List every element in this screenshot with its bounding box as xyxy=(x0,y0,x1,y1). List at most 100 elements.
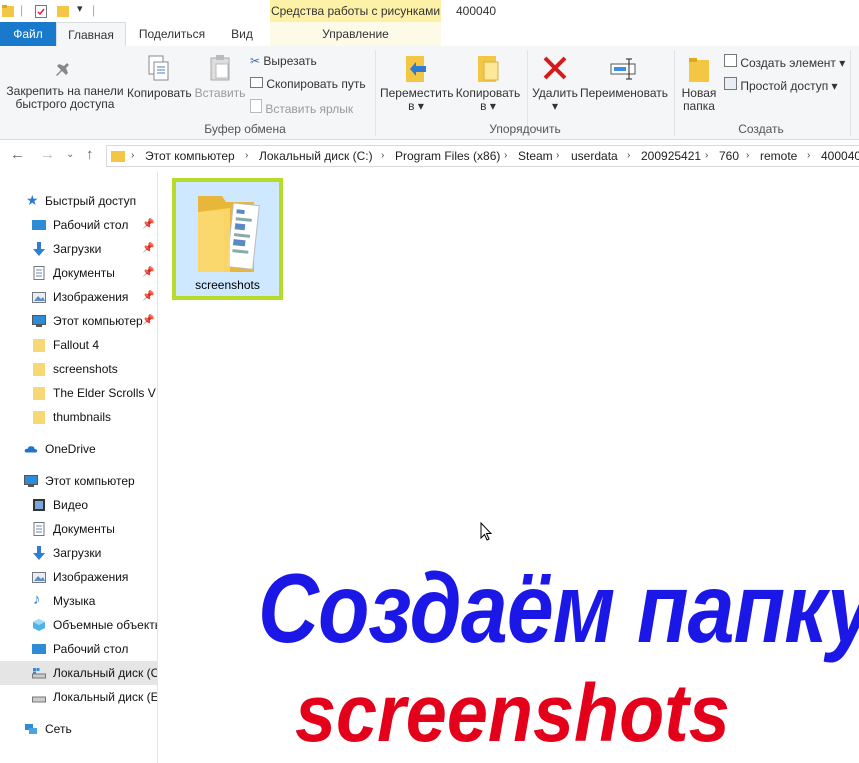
new-item-icon xyxy=(724,54,737,67)
paste-shortcut-button[interactable]: Вставить ярлык xyxy=(250,99,353,116)
delete-x-icon xyxy=(543,56,567,80)
copy-button[interactable]: Копировать xyxy=(127,54,192,100)
clipboard-group-label: Буфер обмена xyxy=(204,122,286,136)
forward-arrow-icon[interactable]: → xyxy=(40,146,55,163)
recent-locations-chevron-icon[interactable]: ⌄ xyxy=(66,149,74,160)
nav-item-pictures[interactable]: Изображения 📌 xyxy=(0,285,157,309)
tab-home[interactable]: Главная xyxy=(56,22,126,47)
nav-item-desktop-pc[interactable]: Рабочий стол xyxy=(0,637,157,661)
nav-item-local-disk-c[interactable]: Локальный диск (C xyxy=(0,661,157,685)
crumb-steam[interactable]: Steam xyxy=(518,149,553,163)
nav-label: screenshots xyxy=(53,362,118,376)
nav-item-3d-objects[interactable]: Объемные объекты xyxy=(0,613,157,637)
crumb-760[interactable]: 760 xyxy=(719,149,739,163)
document-icon xyxy=(33,266,45,280)
copy-path-button[interactable]: Скопировать путь xyxy=(250,77,366,91)
group-separator-4 xyxy=(850,50,851,136)
back-arrow-icon[interactable]: ← xyxy=(10,146,25,163)
crumb-user-id[interactable]: 200925421 xyxy=(641,149,701,163)
nav-item-fallout4[interactable]: Fallout 4 xyxy=(0,333,157,357)
context-tab-label: Средства работы с рисунками xyxy=(270,0,441,22)
crumb-program-files[interactable]: Program Files (x86) xyxy=(395,149,500,163)
up-arrow-icon[interactable]: ↑ xyxy=(86,146,94,163)
delete-button[interactable]: Удалить ▾ xyxy=(530,54,580,113)
pin-quick-access-button[interactable]: Закрепить на панели быстрого доступа xyxy=(3,56,127,111)
crumb-remote[interactable]: remote xyxy=(760,149,797,163)
nav-this-pc[interactable]: Этот компьютер xyxy=(0,469,157,493)
crumb-chevron-icon[interactable]: › xyxy=(746,150,749,161)
customize-qa-icon[interactable]: ▾ xyxy=(77,2,83,15)
nav-item-music[interactable]: ♪ Музыка xyxy=(0,589,157,613)
new-folder-icon[interactable] xyxy=(57,4,69,18)
tab-view[interactable]: Вид xyxy=(220,22,264,46)
tab-manage[interactable]: Управление xyxy=(270,22,441,46)
crumb-chevron-icon[interactable]: › xyxy=(807,150,810,161)
copy-to-button[interactable]: Копировать в ▾ xyxy=(454,54,522,113)
overlay-title-line-2: screenshots xyxy=(295,668,730,759)
rename-label: Переименовать xyxy=(580,86,668,100)
folder-icon xyxy=(33,363,45,376)
folder-icon xyxy=(33,339,45,352)
nav-item-downloads[interactable]: Загрузки 📌 xyxy=(0,237,157,261)
nav-label: Этот компьютер xyxy=(45,474,135,488)
folder-tile-screenshots[interactable]: screenshots xyxy=(172,178,283,300)
crumb-userdata[interactable]: userdata xyxy=(571,149,618,163)
nav-onedrive[interactable]: OneDrive xyxy=(0,437,157,461)
move-to-icon xyxy=(406,56,426,82)
rename-button[interactable]: Переименовать xyxy=(578,54,670,100)
nav-item-this-pc-pinned[interactable]: Этот компьютер 📌 xyxy=(0,309,157,333)
cube-icon xyxy=(33,619,45,631)
nav-item-screenshots[interactable]: screenshots xyxy=(0,357,157,381)
download-icon xyxy=(33,242,45,256)
crumb-chevron-icon[interactable]: › xyxy=(131,150,134,161)
crumb-local-disk-c[interactable]: Локальный диск (C:) xyxy=(259,149,373,163)
crumb-chevron-icon[interactable]: › xyxy=(381,150,384,161)
crumb-chevron-icon[interactable]: › xyxy=(556,150,559,161)
nav-quick-access[interactable]: ★ Быстрый доступ xyxy=(0,189,157,213)
nav-item-pictures-pc[interactable]: Изображения xyxy=(0,565,157,589)
paste-button[interactable]: Вставить xyxy=(192,54,248,100)
cut-button[interactable]: ✂ Вырезать xyxy=(250,54,317,68)
pin-icon: 📌 xyxy=(142,315,155,326)
desktop-icon xyxy=(32,644,46,654)
nav-label: Загрузки xyxy=(53,546,102,560)
crumb-chevron-icon[interactable]: › xyxy=(705,150,708,161)
nav-label: Видео xyxy=(53,498,89,512)
easy-access-button[interactable]: Простой доступ ▾ xyxy=(724,77,838,93)
nav-item-documents-pc[interactable]: Документы xyxy=(0,517,157,541)
crumb-chevron-icon[interactable]: › xyxy=(627,150,630,161)
new-folder-button[interactable]: Новая папка xyxy=(678,56,720,113)
crumb-chevron-icon[interactable]: › xyxy=(245,150,248,161)
new-item-button[interactable]: Создать элемент ▾ xyxy=(724,54,845,70)
pin-icon: 📌 xyxy=(142,267,155,278)
crumb-400040[interactable]: 400040 xyxy=(821,149,859,163)
navigation-pane[interactable]: ★ Быстрый доступ Рабочий стол 📌 Загрузки… xyxy=(0,172,158,763)
folder-icon xyxy=(33,387,45,400)
address-bar[interactable]: › Этот компьютер › Локальный диск (C:) ›… xyxy=(106,145,859,167)
nav-item-desktop[interactable]: Рабочий стол 📌 xyxy=(0,213,157,237)
folder-name-label: screenshots xyxy=(195,278,260,292)
nav-item-video[interactable]: Видео xyxy=(0,493,157,517)
nav-item-downloads-pc[interactable]: Загрузки xyxy=(0,541,157,565)
scissors-icon: ✂ xyxy=(250,54,261,68)
crumb-chevron-icon[interactable]: › xyxy=(504,150,507,161)
folder-icon[interactable] xyxy=(2,4,14,18)
new-folder-label-2: папка xyxy=(683,99,715,113)
nav-label: Локальный диск (E xyxy=(53,690,158,704)
nav-item-local-disk-e[interactable]: Локальный диск (E xyxy=(0,685,157,709)
copy-label: Копировать xyxy=(127,86,192,100)
tab-share[interactable]: Поделиться xyxy=(128,22,216,46)
crumb-this-pc[interactable]: Этот компьютер xyxy=(145,149,235,163)
nav-label: Локальный диск (C xyxy=(53,666,158,680)
move-to-button[interactable]: Переместить в ▾ xyxy=(380,54,454,113)
nav-item-thumbnails[interactable]: thumbnails xyxy=(0,405,157,429)
properties-icon[interactable] xyxy=(35,4,47,18)
nav-item-documents[interactable]: Документы 📌 xyxy=(0,261,157,285)
tab-file[interactable]: Файл xyxy=(0,22,56,46)
cut-label: Вырезать xyxy=(263,54,317,68)
address-bar-row: ← → ⌄ ↑ › Этот компьютер › Локальный дис… xyxy=(0,140,859,172)
nav-label: thumbnails xyxy=(53,410,112,424)
nav-network[interactable]: Сеть xyxy=(0,717,157,741)
nav-item-elder-scrolls[interactable]: The Elder Scrolls V S xyxy=(0,381,157,405)
paste-shortcut-label: Вставить ярлык xyxy=(265,102,354,116)
